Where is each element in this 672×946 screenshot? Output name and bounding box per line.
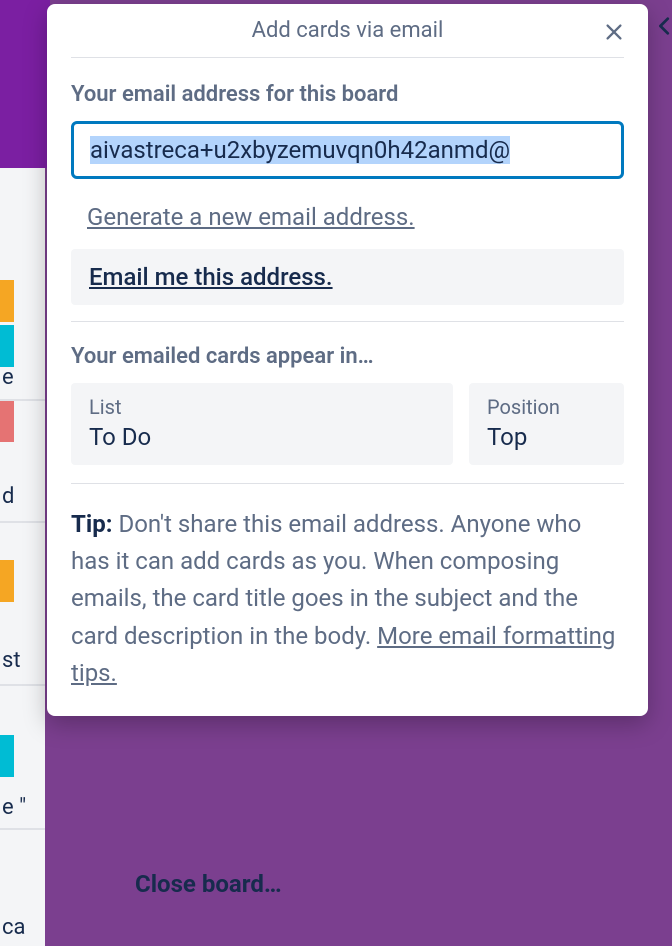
appear-in-label: Your emailed cards appear in… [71, 344, 624, 369]
bg-label-teal [0, 325, 14, 367]
tip-paragraph: Tip: Don't share this email address. Any… [71, 506, 624, 692]
bg-text-fragment: d [2, 484, 14, 509]
chevron-left-icon [654, 15, 672, 37]
bg-label-orange [0, 280, 14, 322]
bg-divider [0, 521, 45, 523]
generate-new-email-link[interactable]: Generate a new email address. [87, 203, 415, 231]
email-address-value: aivastreca+u2xbyzemuvqn0h42anmd@ [90, 136, 510, 164]
divider [71, 321, 624, 322]
bg-text-fragment: e [2, 365, 14, 390]
bg-text-fragment: e " [2, 795, 26, 820]
bg-divider [0, 399, 45, 401]
close-board-link[interactable]: Close board… [135, 870, 282, 898]
bg-divider [0, 828, 45, 830]
email-address-label: Your email address for this board [71, 82, 624, 107]
bg-divider [0, 684, 45, 686]
divider [71, 483, 624, 484]
close-icon [603, 21, 625, 43]
modal-body: Your email address for this board aivast… [47, 58, 648, 716]
email-me-address-label: Email me this address. [89, 263, 333, 291]
bg-label-orange-2 [0, 560, 14, 602]
list-selector-value: To Do [89, 423, 435, 451]
bg-purple-bar [0, 0, 50, 168]
bg-label-teal-2 [0, 735, 14, 777]
bg-text-fragment: ca [2, 915, 25, 940]
selector-row: List To Do Position Top [71, 383, 624, 465]
email-address-field[interactable]: aivastreca+u2xbyzemuvqn0h42anmd@ [71, 121, 624, 179]
bg-text-fragment: st [2, 648, 21, 673]
close-button[interactable] [600, 18, 628, 46]
bg-label-red [0, 400, 14, 442]
back-chevron[interactable] [654, 15, 672, 41]
tip-prefix: Tip: [71, 510, 112, 538]
list-selector[interactable]: List To Do [71, 383, 453, 465]
email-to-board-modal: Add cards via email Your email address f… [47, 4, 648, 716]
email-me-address-button[interactable]: Email me this address. [71, 249, 624, 305]
position-selector-label: Position [487, 395, 606, 419]
position-selector-value: Top [487, 423, 606, 451]
list-selector-label: List [89, 395, 435, 419]
modal-header: Add cards via email [47, 4, 648, 57]
position-selector[interactable]: Position Top [469, 383, 624, 465]
modal-title: Add cards via email [252, 18, 444, 43]
generate-link-row: Generate a new email address. [71, 203, 624, 231]
